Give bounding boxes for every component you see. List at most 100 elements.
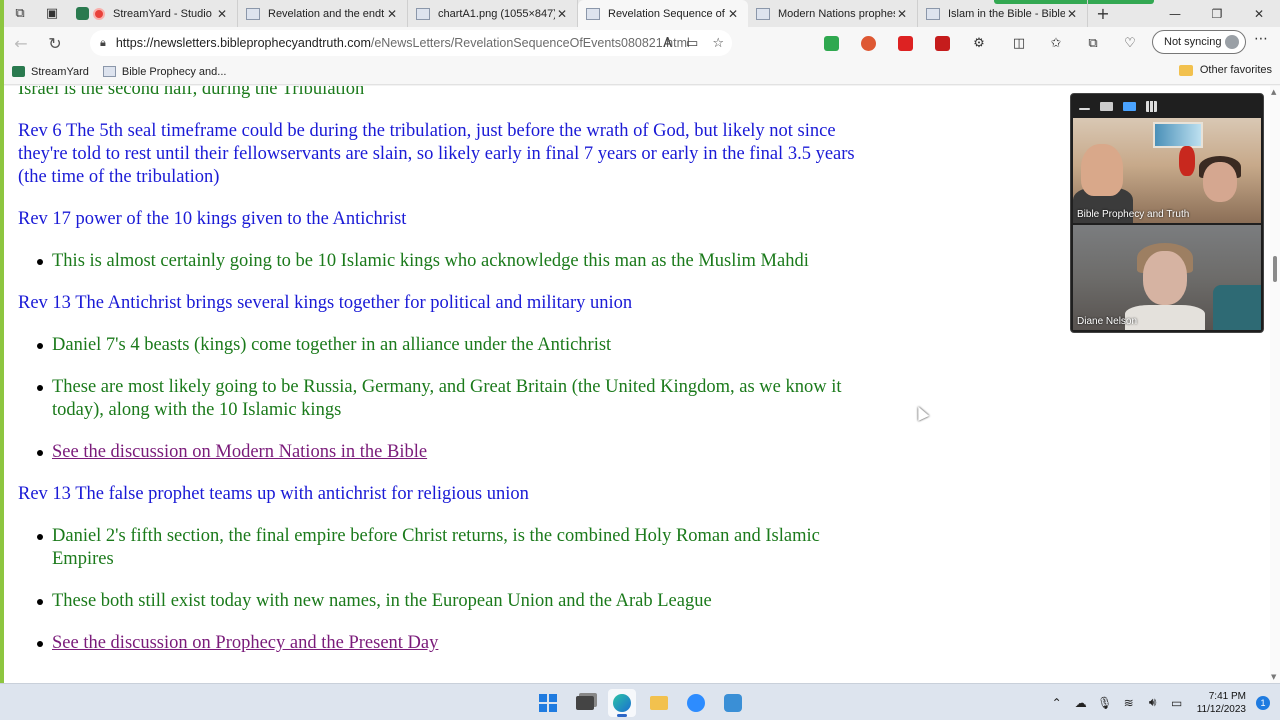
compact-view-icon[interactable] — [1100, 101, 1113, 111]
close-tab-icon[interactable]: ✕ — [385, 7, 399, 21]
tab-title: Modern Nations prophesie — [778, 7, 895, 20]
section-heading: Rev 17 power of the 10 kings given to th… — [18, 209, 407, 229]
favorites-bar: StreamYard Bible Prophecy and... Other f… — [4, 59, 1280, 85]
participant-video: Diane Nelson — [1073, 225, 1261, 330]
close-tab-icon[interactable]: ✕ — [1065, 7, 1079, 21]
tab-title: chartA1.png (1055×847) — [438, 7, 555, 20]
read-aloud-icon[interactable]: A — [663, 36, 672, 51]
maximize-icon[interactable]: ❐ — [1196, 0, 1238, 27]
participant-face — [1143, 251, 1187, 305]
windows-start-icon[interactable] — [534, 689, 562, 717]
minimize-icon[interactable]: — — [1154, 0, 1196, 27]
participant-video: Bible Prophecy and Truth — [1073, 118, 1261, 223]
duckduckgo-icon[interactable] — [856, 31, 880, 55]
immersive-reader-icon[interactable]: ▭ — [686, 36, 698, 51]
acrobat-icon[interactable] — [930, 31, 954, 55]
clock-time: 7:41 PM — [1208, 690, 1246, 702]
profile-avatar-icon — [1225, 35, 1239, 49]
refresh-icon[interactable]: ↻ — [38, 34, 72, 53]
bullet-list: Daniel 2's fifth section, the final empi… — [18, 525, 858, 655]
wall-painting — [1153, 122, 1203, 148]
section-heading: Rev 6 The 5th seal timeframe could be du… — [18, 121, 855, 187]
bullet-list: This is almost certainly going to be 10 … — [18, 250, 858, 273]
speaker-view-icon[interactable] — [1123, 101, 1136, 111]
url-path: /eNewsLetters/RevelationSequenceOfEvents… — [370, 36, 690, 50]
tab-revelation-sequence[interactable]: Revelation Sequence of Ev ✕ — [578, 0, 748, 27]
close-tab-icon[interactable]: ✕ — [895, 7, 909, 21]
extensions-icon[interactable]: ⚙ — [967, 31, 991, 55]
wifi-icon[interactable]: ≋ — [1117, 696, 1141, 710]
page-icon — [756, 7, 770, 20]
gallery-view-icon[interactable] — [1146, 100, 1157, 112]
section-heading: Rev 13 The false prophet teams up with a… — [18, 484, 529, 504]
participant-name: Diane Nelson — [1077, 316, 1138, 327]
snipping-tool-icon[interactable] — [719, 689, 747, 717]
tab-actions-icon[interactable]: ▣ — [36, 0, 68, 27]
tab-revelation-endtimes[interactable]: Revelation and the endtim ✕ — [238, 0, 408, 27]
browser-essentials-icon[interactable]: ♡ — [1118, 31, 1142, 55]
present-day-link[interactable]: See the discussion on Prophecy and the P… — [52, 633, 438, 653]
split-screen-icon[interactable]: ◫ — [1007, 31, 1031, 55]
folder-icon — [1178, 64, 1193, 76]
task-view-icon[interactable] — [571, 689, 599, 717]
file-explorer-icon[interactable] — [645, 689, 673, 717]
list-item: Daniel 2's fifth section, the final empi… — [37, 525, 858, 571]
list-item: This is almost certainly going to be 10 … — [37, 250, 858, 273]
page-scrollbar[interactable]: ▲ ▼ — [1270, 86, 1280, 683]
recording-icon — [93, 7, 105, 20]
other-favorites[interactable]: Other favorites — [1178, 64, 1272, 76]
taskbar: ⌃ ☁ 🎙︎ ≋ 🔊︎ ▭ 7:41 PM 11/12/2023 1 — [0, 683, 1280, 720]
zoom-icon[interactable] — [682, 689, 710, 717]
close-tab-icon[interactable]: ✕ — [726, 7, 740, 21]
tab-title: Islam in the Bible - Bible P — [948, 7, 1065, 20]
favorite-star-icon[interactable]: ☆ — [712, 36, 724, 51]
scroll-down-icon[interactable]: ▼ — [1271, 673, 1276, 681]
chevron-up-icon[interactable]: ⌃ — [1045, 696, 1069, 710]
minimize-video-icon[interactable] — [1079, 108, 1090, 110]
bookmark-streamyard[interactable]: StreamYard — [12, 66, 89, 78]
bookmark-bible-prophecy[interactable]: Bible Prophecy and... — [102, 66, 226, 78]
modern-nations-link[interactable]: See the discussion on Modern Nations in … — [52, 442, 427, 462]
streamyard-icon — [76, 7, 89, 20]
microphone-icon[interactable]: 🎙︎ — [1093, 696, 1117, 710]
video-call-overlay[interactable]: Bible Prophecy and Truth Diane Nelson — [1070, 93, 1264, 333]
workspaces-icon[interactable]: ⧉ — [4, 0, 36, 27]
favorites-icon[interactable]: ✩ — [1044, 31, 1068, 55]
intro-text: Israel is the second half, during the Tr… — [18, 86, 365, 99]
article-content: Israel is the second half, during the Tr… — [18, 86, 858, 674]
onedrive-cloud-icon[interactable]: ☁ — [1069, 696, 1093, 710]
profile-sync-button[interactable]: Not syncing — [1152, 30, 1246, 54]
other-favorites-label: Other favorites — [1199, 64, 1272, 76]
window-controls: — ❐ ✕ — [1154, 0, 1280, 27]
chair — [1213, 285, 1261, 330]
list-item: These both still exist today with new na… — [37, 590, 858, 613]
close-tab-icon[interactable]: ✕ — [555, 7, 569, 21]
address-bar[interactable]: 🔒︎ https://newsletters.bibleprophecyandt… — [90, 30, 732, 56]
url-text: https://newsletters.bibleprophecyandtrut… — [116, 36, 690, 50]
participant-face — [1203, 162, 1237, 202]
close-window-icon[interactable]: ✕ — [1238, 0, 1280, 27]
clock[interactable]: 7:41 PM 11/12/2023 — [1197, 690, 1246, 716]
extension-green-icon[interactable] — [819, 31, 843, 55]
notification-badge[interactable]: 1 — [1256, 695, 1270, 710]
tab-streamyard[interactable]: StreamYard - Studio ✕ — [68, 0, 238, 27]
back-icon[interactable]: ← — [4, 34, 38, 53]
sync-label: Not syncing — [1164, 36, 1222, 48]
close-tab-icon[interactable]: ✕ — [215, 7, 229, 21]
tab-strip: ⧉ ▣ StreamYard - Studio ✕ Revelation and… — [4, 0, 1280, 27]
scrollbar-thumb[interactable] — [1273, 256, 1277, 282]
tab-chart-image[interactable]: chartA1.png (1055×847) ✕ — [408, 0, 578, 27]
edge-icon[interactable] — [608, 689, 636, 717]
tab-modern-nations[interactable]: Modern Nations prophesie ✕ — [748, 0, 918, 27]
tab-islam-bible[interactable]: Islam in the Bible - Bible P ✕ — [918, 0, 1088, 27]
pdf-tool-icon[interactable] — [893, 31, 917, 55]
volume-icon[interactable]: 🔊︎ — [1141, 695, 1165, 710]
section-heading: Rev 13 The Antichrist brings several kin… — [18, 293, 633, 313]
more-menu-icon[interactable]: ⋯ — [1254, 31, 1268, 47]
battery-icon[interactable]: ▭ — [1165, 696, 1189, 710]
lock-icon[interactable]: 🔒︎ — [100, 36, 106, 50]
participant-name: Bible Prophecy and Truth — [1077, 209, 1190, 220]
collections-icon[interactable]: ⧉ — [1081, 31, 1105, 55]
scroll-up-icon[interactable]: ▲ — [1271, 88, 1276, 96]
new-tab-button[interactable]: + — [1088, 4, 1118, 23]
